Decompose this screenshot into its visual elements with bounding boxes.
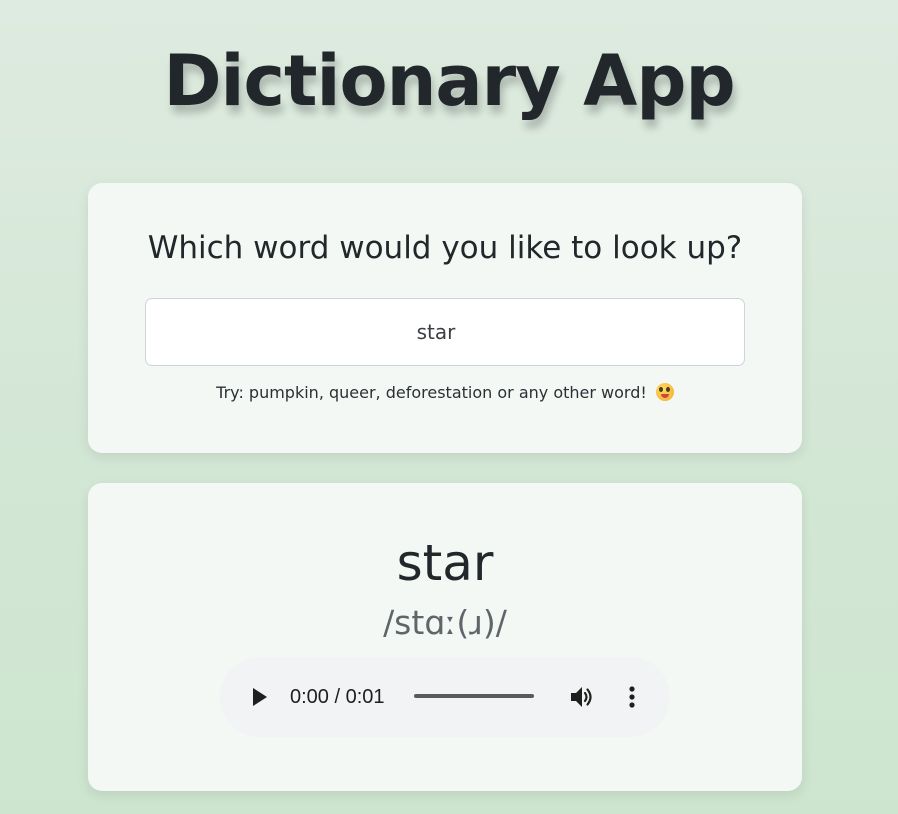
result-word: star xyxy=(396,534,494,592)
audio-time-display: 0:00 / 0:01 xyxy=(290,686,385,708)
search-hint-text: Try: pumpkin, queer, deforestation or an… xyxy=(216,383,647,402)
audio-player[interactable]: 0:00 / 0:01 xyxy=(220,657,670,737)
search-hint: Try: pumpkin, queer, deforestation or an… xyxy=(88,383,802,402)
zany-face-emoji-icon xyxy=(655,383,674,401)
search-card: Which word would you like to look up? Tr… xyxy=(88,183,802,453)
phonetic-text: /stɑː(ɹ)/ xyxy=(383,603,507,642)
result-card: star /stɑː(ɹ)/ 0:00 / 0:01 xyxy=(88,483,802,791)
more-options-icon[interactable] xyxy=(622,684,642,710)
play-icon[interactable] xyxy=(250,685,270,709)
audio-progress-slider[interactable] xyxy=(414,694,534,698)
volume-icon[interactable] xyxy=(569,684,595,710)
search-heading: Which word would you like to look up? xyxy=(147,230,743,266)
app-title: Dictionary App xyxy=(163,40,735,122)
search-input[interactable] xyxy=(145,298,745,366)
